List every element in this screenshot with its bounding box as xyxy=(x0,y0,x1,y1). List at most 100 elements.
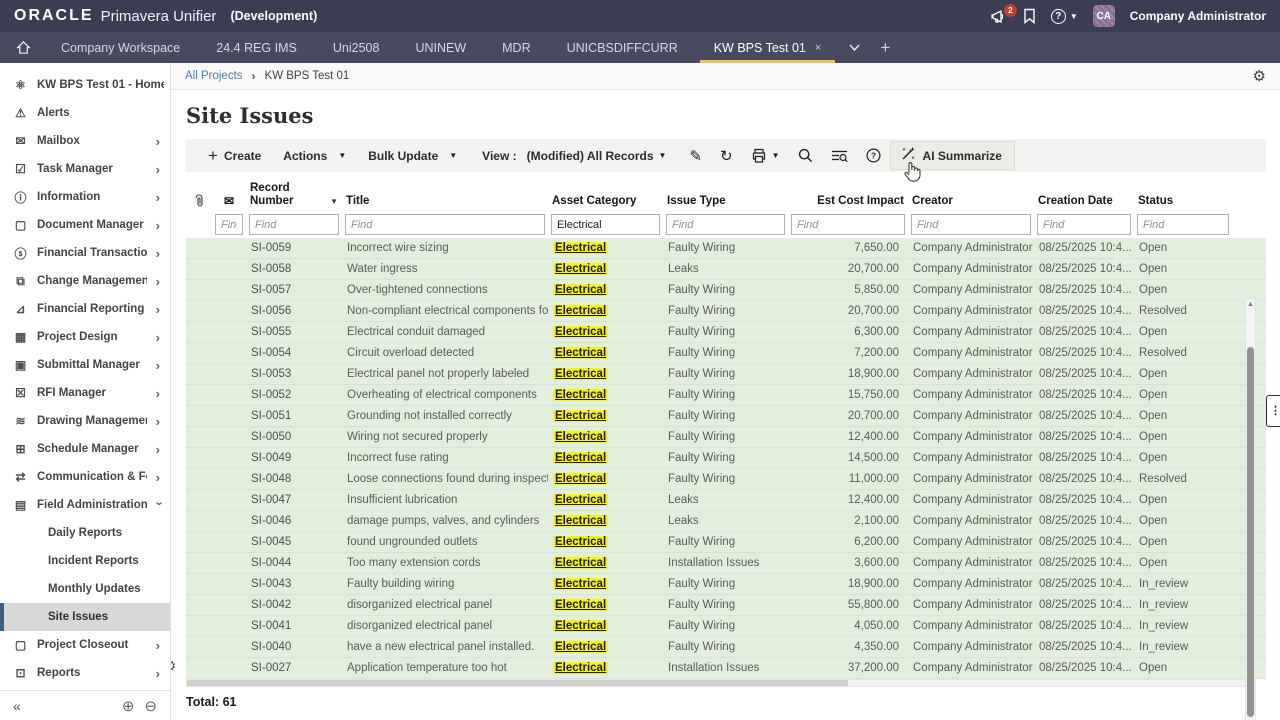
flag-cell xyxy=(212,574,246,594)
sidebar-item-project-closeout[interactable]: ▢Project Closeout› xyxy=(0,631,170,659)
column-header-status[interactable]: Status xyxy=(1134,180,1232,212)
sidebar-item-kw-bps-test-01-home[interactable]: ⚛KW BPS Test 01 - Home xyxy=(0,71,170,99)
edit-view-icon[interactable]: ✎ xyxy=(680,147,711,165)
table-row[interactable]: SI-0044Too many extension cordsElectrica… xyxy=(186,553,1266,574)
table-row[interactable]: SI-0046damage pumps, valves, and cylinde… xyxy=(186,511,1266,532)
filter-record-number-input[interactable] xyxy=(249,214,339,235)
sidebar-item-financial-transactions[interactable]: ⓢFinancial Transactions› xyxy=(0,239,170,267)
table-row[interactable]: SI-0055Electrical conduit damagedElectri… xyxy=(186,322,1266,343)
help-menu[interactable]: ? ▼ xyxy=(1051,9,1078,24)
column-header-est-cost-impact[interactable]: Est Cost Impact xyxy=(788,180,908,212)
home-tab-icon[interactable] xyxy=(10,32,43,63)
sidebar-item-information[interactable]: ⓘInformation› xyxy=(0,183,170,211)
sidebar-item-daily-reports[interactable]: Daily Reports xyxy=(0,519,170,547)
sidebar-item-incident-reports[interactable]: Incident Reports xyxy=(0,547,170,575)
table-row[interactable]: SI-0054Circuit overload detectedElectric… xyxy=(186,343,1266,364)
issue-type-cell: Faulty Wiring xyxy=(663,574,788,594)
table-row[interactable]: SI-0050Wiring not secured properlyElectr… xyxy=(186,427,1266,448)
table-row[interactable]: SI-0045found ungrounded outletsElectrica… xyxy=(186,532,1266,553)
collapse-all-icon[interactable]: ⊖ xyxy=(144,697,157,715)
sidebar-item-change-management[interactable]: ⧉Change Management› xyxy=(0,267,170,295)
sidebar-item-schedule-manager[interactable]: ⊞Schedule Manager› xyxy=(0,435,170,463)
table-row[interactable]: SI-0041disorganized electrical panelElec… xyxy=(186,616,1266,637)
filter-title-input[interactable] xyxy=(345,214,545,235)
table-row[interactable]: SI-0043Faulty building wiringElectricalF… xyxy=(186,574,1266,595)
column-header-creator[interactable]: Creator xyxy=(908,180,1034,212)
grid-settings-gear-icon[interactable]: ⚙ xyxy=(171,657,176,675)
scroll-up-icon[interactable]: ▲ xyxy=(1246,299,1255,310)
filter-asset-category-input[interactable] xyxy=(551,214,660,235)
table-row[interactable]: SI-0056Non-compliant electrical componen… xyxy=(186,301,1266,322)
print-menu[interactable]: ▼ xyxy=(742,148,789,163)
tab-kw-bps-test-01[interactable]: KW BPS Test 01× xyxy=(696,32,840,63)
sidebar-item-submittal-manager[interactable]: ▣Submittal Manager› xyxy=(0,351,170,379)
help-icon[interactable]: ? xyxy=(857,148,890,163)
table-row[interactable]: SI-0048Loose connections found during in… xyxy=(186,469,1266,490)
sidebar-item-monthly-updates[interactable]: Monthly Updates xyxy=(0,575,170,603)
column-header-record-number[interactable]: Record Number▼ xyxy=(246,180,342,212)
find-on-page-icon[interactable] xyxy=(822,149,857,163)
filter-creator-input[interactable] xyxy=(911,214,1031,235)
table-row[interactable]: SI-0052Overheating of electrical compone… xyxy=(186,385,1266,406)
filter-issue-type-input[interactable] xyxy=(666,214,785,235)
filter-flag-input[interactable] xyxy=(215,214,243,235)
horizontal-scrollbar[interactable] xyxy=(186,679,1254,687)
announcements-icon[interactable]: 2 xyxy=(991,9,1008,24)
issue-type-cell: Faulty Wiring xyxy=(663,595,788,615)
sidebar-item-site-issues[interactable]: Site Issues xyxy=(0,603,170,631)
scrollbar-thumb[interactable] xyxy=(1247,347,1254,717)
bookmark-icon[interactable] xyxy=(1023,8,1036,24)
collapse-sidebar-icon[interactable]: « xyxy=(13,698,21,714)
bulk-update-menu[interactable]: Bulk Update▼ xyxy=(357,149,468,163)
sidebar-item-project-design[interactable]: ▦Project Design› xyxy=(0,323,170,351)
filter-est-cost-impact-input[interactable] xyxy=(791,214,905,235)
column-header-creation-date[interactable]: Creation Date xyxy=(1034,180,1134,212)
table-row[interactable]: SI-0049Incorrect fuse ratingElectricalFa… xyxy=(186,448,1266,469)
sidebar-item-mailbox[interactable]: ✉Mailbox› xyxy=(0,127,170,155)
search-icon[interactable] xyxy=(789,148,822,163)
column-header-title[interactable]: Title xyxy=(342,180,548,212)
sidebar-item-document-manager[interactable]: ▢Document Manager› xyxy=(0,211,170,239)
sidebar-item-communication-foll-[interactable]: ⇄Communication & Foll...› xyxy=(0,463,170,491)
tab-uninew[interactable]: UNINEW xyxy=(397,32,484,63)
breadcrumb-all-projects[interactable]: All Projects xyxy=(185,70,243,82)
tab-unicbsdiffcurr[interactable]: UNICBSDIFFCURR xyxy=(549,32,696,63)
sidebar-item-drawing-management[interactable]: ≋Drawing Management› xyxy=(0,407,170,435)
actions-menu[interactable]: Actions▼ xyxy=(272,149,357,163)
tab-mdr[interactable]: MDR xyxy=(484,32,548,63)
column-header-asset-category[interactable]: Asset Category xyxy=(548,180,663,212)
table-row[interactable]: SI-0040have a new electrical panel insta… xyxy=(186,637,1266,658)
sidebar-item-rfi-manager[interactable]: ☒RFI Manager› xyxy=(0,379,170,407)
close-tab-icon[interactable]: × xyxy=(815,42,821,54)
column-header-issue-type[interactable]: Issue Type xyxy=(663,180,788,212)
sidebar-item-task-manager[interactable]: ☑Task Manager› xyxy=(0,155,170,183)
filter-creation-date-input[interactable] xyxy=(1037,214,1131,235)
vertical-scrollbar[interactable]: ▲ ▼ xyxy=(1245,298,1256,720)
sidebar-item-reports[interactable]: ⊡Reports› xyxy=(0,659,170,687)
tab-uni2508[interactable]: Uni2508 xyxy=(315,32,398,63)
record-number-cell: SI-0051 xyxy=(246,406,342,426)
sidebar-item-financial-reporting[interactable]: ⊿Financial Reporting› xyxy=(0,295,170,323)
tab-24-4-reg-ims[interactable]: 24.4 REG IMS xyxy=(198,32,315,63)
filter-status-input[interactable] xyxy=(1137,214,1229,235)
table-row[interactable]: SI-0053Electrical panel not properly lab… xyxy=(186,364,1266,385)
tab-list-chevron-icon[interactable] xyxy=(839,32,870,63)
avatar[interactable]: CA xyxy=(1093,5,1115,27)
add-tab-button[interactable]: + xyxy=(870,32,900,63)
table-row[interactable]: SI-0058Water ingressElectricalLeaks20,70… xyxy=(186,259,1266,280)
table-row[interactable]: SI-0051Grounding not installed correctly… xyxy=(186,406,1266,427)
side-panel-toggle[interactable]: ⋮ xyxy=(1266,395,1280,427)
expand-all-icon[interactable]: ⊕ xyxy=(122,697,135,715)
sidebar-item-field-administration[interactable]: ▤Field Administration› xyxy=(0,491,170,519)
table-row[interactable]: SI-0059Incorrect wire sizingElectricalFa… xyxy=(186,238,1266,259)
view-selector[interactable]: (Modified) All Records▼ xyxy=(527,149,667,163)
sidebar-item-alerts[interactable]: ⚠Alerts xyxy=(0,99,170,127)
page-settings-gear-icon[interactable]: ⚙ xyxy=(1253,67,1266,85)
table-row[interactable]: SI-0057Over-tightened connectionsElectri… xyxy=(186,280,1266,301)
create-button[interactable]: + Create xyxy=(197,146,272,166)
refresh-icon[interactable]: ↻ xyxy=(711,147,742,165)
table-row[interactable]: SI-0047Insufficient lubricationElectrica… xyxy=(186,490,1266,511)
tab-company-workspace[interactable]: Company Workspace xyxy=(43,32,198,63)
table-row[interactable]: SI-0027Application temperature too hotEl… xyxy=(186,658,1266,679)
table-row[interactable]: SI-0042disorganized electrical panelElec… xyxy=(186,595,1266,616)
